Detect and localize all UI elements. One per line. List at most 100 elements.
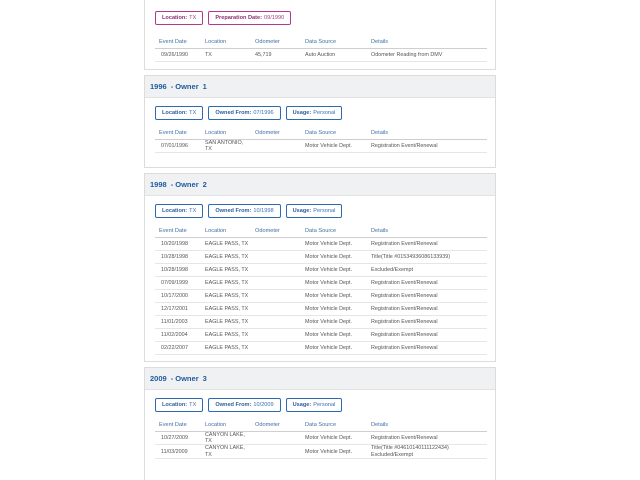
cell-location: TX [205, 51, 212, 58]
cell-data-source: Motor Vehicle Dept. [305, 435, 353, 442]
column-header-odometer: Odometer [255, 228, 280, 234]
cell-location: SAN ANTONIO, TX [205, 140, 244, 153]
preparation-date-badge[interactable]: Preparation Date: 09/1990 [208, 11, 292, 25]
location-badge[interactable]: Location: TX [155, 204, 204, 218]
cell-location: EAGLE PASS, TX [205, 279, 249, 286]
table-row: 10/28/1998 EAGLE PASS, TX Motor Vehicle De… [155, 251, 487, 264]
cell-details: Registration Event/Renewal [371, 344, 438, 351]
column-header-details: Details [371, 39, 389, 45]
column-header-event-date: Event Date [159, 422, 187, 428]
cell-data-source: Motor Vehicle Dept. [305, 305, 353, 312]
cell-data-source: Motor Vehicle Dept. [305, 240, 353, 247]
table-row: 10/27/2009 CANYON LAKE, TX Motor Vehicle D… [155, 432, 487, 446]
column-header-location: Location [205, 422, 227, 428]
badge-row: Location: TX Owned From: 07/1996 Usage: Per… [145, 98, 495, 126]
owner-card-3: 2009 - Owner 3 Location: TX Owned From: 10… [144, 367, 496, 480]
table-row: 11/03/2009 CANYON LAKE, TX Motor Vehicle D… [155, 445, 487, 459]
cell-odometer: 45,719 [255, 51, 272, 58]
column-header-details: Details [371, 228, 389, 234]
cell-details: Registration Event/Renewal [371, 292, 438, 299]
cell-location: CANYON LAKE, TX [205, 445, 245, 458]
owned-from-badge[interactable]: Owned From: 07/1996 [208, 106, 281, 120]
cell-event-date: 11/02/2004 [161, 331, 188, 338]
column-header-data-source: Data Source [305, 422, 337, 428]
table-row: 10/20/1998 EAGLE PASS, TX Motor Vehicle De… [155, 238, 487, 251]
cell-data-source: Motor Vehicle Dept. [305, 448, 353, 455]
cell-event-date: 07/09/1999 [161, 279, 188, 286]
cell-location: EAGLE PASS, TX [205, 240, 249, 247]
location-badge[interactable]: Location: TX [155, 106, 204, 120]
cell-location: EAGLE PASS, TX [205, 344, 249, 351]
owner-header[interactable]: 2009 - Owner 3 [145, 368, 495, 390]
owner-year: 2009 [150, 374, 167, 383]
owner-number: 1 [202, 82, 207, 91]
cell-event-date: 10/20/1998 [161, 240, 188, 247]
history-table: Event Date Location Odometer Data Source Det… [155, 224, 487, 355]
table-row: 11/02/2004 EAGLE PASS, TX Motor Vehicle De… [155, 329, 487, 342]
owned-from-badge[interactable]: Owned From: 10/2009 [208, 398, 281, 412]
badge-row: Location: TX Owned From: 10/2009 Usage: Per… [145, 390, 495, 418]
column-header-event-date: Event Date [159, 130, 187, 136]
usage-badge[interactable]: Usage: Personal [285, 106, 343, 120]
table-row: 07/09/1999 EAGLE PASS, TX Motor Vehicle De… [155, 277, 487, 290]
cell-location: EAGLE PASS, TX [205, 292, 249, 299]
table-header: Event Date Location Odometer Data Source Det… [155, 126, 487, 140]
cell-details: Registration Event/Renewal [371, 331, 438, 338]
cell-details: Registration Event/Renewal [371, 143, 438, 150]
location-badge[interactable]: Location: TX [155, 11, 204, 25]
cell-data-source: Motor Vehicle Dept. [305, 143, 353, 150]
owner-card-2: 1998 - Owner 2 Location: TX Owned From: 10… [144, 173, 496, 362]
cell-data-source: Motor Vehicle Dept. [305, 253, 353, 260]
cell-event-date: 07/01/1996 [161, 143, 188, 150]
cell-event-date: 09/26/1990 [161, 51, 188, 58]
cell-details: Title(Title #01534936086133939) [371, 253, 451, 260]
cell-details: Odometer Reading from DMV [371, 51, 443, 58]
table-row: 10/17/2000 EAGLE PASS, TX Motor Vehicle De… [155, 290, 487, 303]
table-header: Event Date Location Odometer Data Source Det… [155, 35, 487, 49]
cell-location: EAGLE PASS, TX [205, 253, 249, 260]
usage-badge[interactable]: Usage: Personal [285, 204, 343, 218]
owner-year: 1998 [150, 180, 167, 189]
cell-event-date: 11/01/2003 [161, 318, 188, 325]
cell-data-source: Motor Vehicle Dept. [305, 266, 353, 273]
cell-event-date: 02/22/2007 [161, 344, 188, 351]
column-header-location: Location [205, 39, 227, 45]
owner-header[interactable]: 1998 - Owner 2 [145, 174, 495, 196]
cell-location: EAGLE PASS, TX [205, 266, 249, 273]
cell-data-source: Motor Vehicle Dept. [305, 318, 353, 325]
table-row: 07/01/1996 SAN ANTONIO, TX Motor Vehicle D… [155, 140, 487, 154]
cell-details: Title(Title #04610140111122434) Excluded… [371, 445, 449, 458]
cell-event-date: 10/27/2009 [161, 435, 188, 442]
history-table: Event Date Location Odometer Data Source Det… [155, 126, 487, 154]
cell-data-source: Motor Vehicle Dept. [305, 292, 353, 299]
column-header-event-date: Event Date [159, 228, 187, 234]
owner-number: 3 [202, 374, 207, 383]
location-badge[interactable]: Location: TX [155, 398, 204, 412]
cell-event-date: 10/28/1998 [161, 266, 188, 273]
badge-row: Location: TX Owned From: 10/1998 Usage: Per… [145, 196, 495, 224]
owner-label: - Owner [170, 374, 199, 383]
history-table: Event Date Location Odometer Data Source Det… [155, 418, 487, 459]
owner-label: - Owner [170, 180, 199, 189]
column-header-data-source: Data Source [305, 130, 337, 136]
owned-from-badge[interactable]: Owned From: 10/1998 [208, 204, 281, 218]
cell-event-date: 10/28/1998 [161, 253, 188, 260]
usage-badge[interactable]: Usage: Personal [285, 398, 343, 412]
cell-data-source: Motor Vehicle Dept. [305, 331, 353, 338]
cell-details: Registration Event/Renewal [371, 435, 438, 442]
column-header-odometer: Odometer [255, 39, 280, 45]
cell-location: EAGLE PASS, TX [205, 331, 249, 338]
owner-number: 2 [202, 180, 207, 189]
owner-card-1: 1996 - Owner 1 Location: TX Owned From: 07… [144, 75, 496, 168]
column-header-details: Details [371, 422, 389, 428]
cell-details: Excluded/Exempt [371, 266, 413, 273]
badge-row: Location: TX Preparation Date: 09/1990 [145, 0, 495, 35]
column-header-odometer: Odometer [255, 422, 280, 428]
cell-details: Registration Event/Renewal [371, 318, 438, 325]
owner-header[interactable]: 1996 - Owner 1 [145, 76, 495, 98]
cell-details: Registration Event/Renewal [371, 240, 438, 247]
history-card-previous: Location: TX Preparation Date: 09/1990 Eve… [144, 0, 496, 70]
column-header-data-source: Data Source [305, 228, 337, 234]
column-header-event-date: Event Date [159, 39, 187, 45]
cell-details: Registration Event/Renewal [371, 279, 438, 286]
